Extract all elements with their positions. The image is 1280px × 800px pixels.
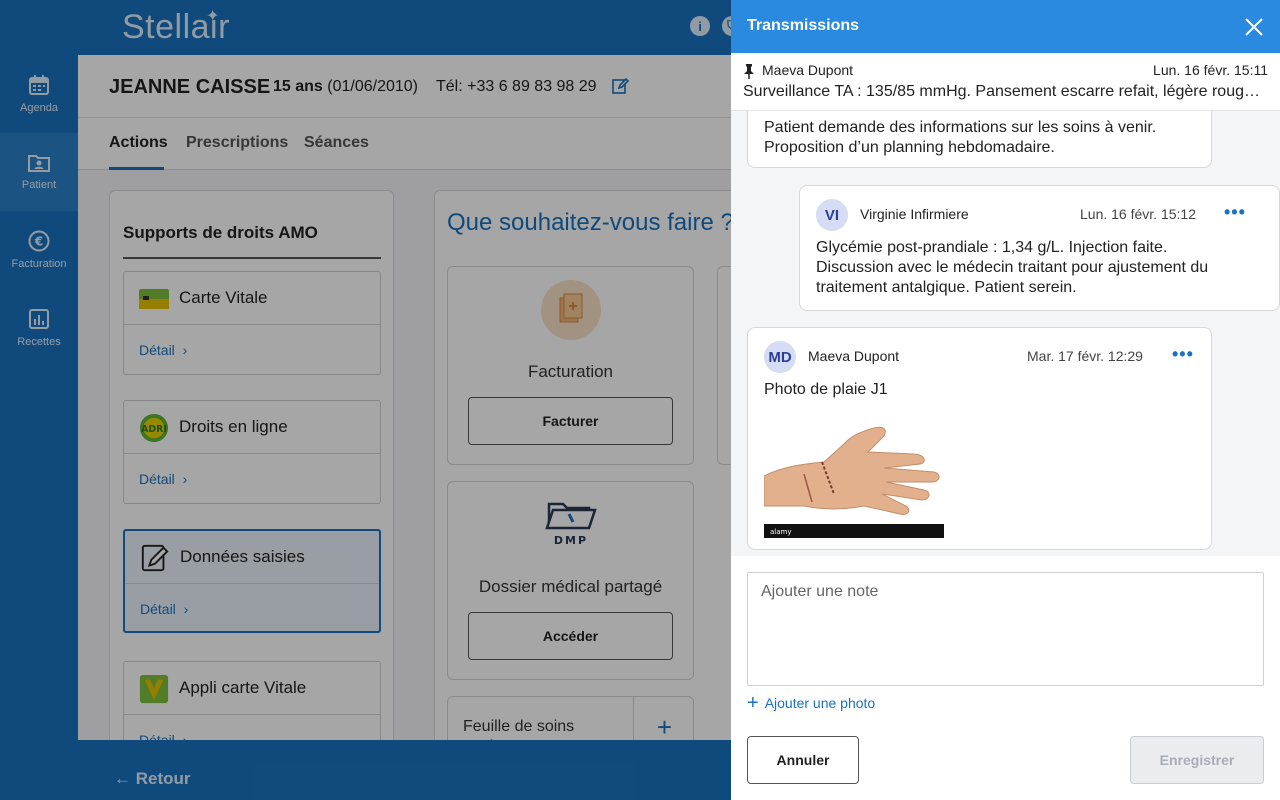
message-date: Mar. 17 févr. 12:29 (1027, 348, 1143, 364)
message-author: Virginie Infirmiere (860, 206, 969, 222)
drawer-title: Transmissions (747, 17, 860, 34)
cancel-button[interactable]: Annuler (747, 736, 859, 784)
avatar: MD (764, 341, 796, 373)
message-bubble: MD Maeva Dupont Mar. 17 févr. 12:29 ••• … (747, 327, 1212, 550)
wound-photo[interactable]: alamy (764, 414, 944, 538)
pinned-transmission[interactable]: Maeva Dupont Lun. 16 févr. 15:11 Surveil… (731, 53, 1280, 111)
pinned-author: Maeva Dupont (762, 62, 854, 78)
more-options-icon[interactable]: ••• (1224, 202, 1246, 223)
message-bubble: Patient demande des informations sur les… (747, 111, 1212, 168)
note-textarea[interactable] (747, 572, 1264, 686)
save-button[interactable]: Enregistrer (1130, 736, 1264, 784)
pin-icon (744, 64, 754, 79)
message-text: Photo de plaie J1 (764, 381, 888, 398)
transmissions-drawer: Transmissions Maeva Dupont Lun. 16 févr.… (731, 0, 1280, 800)
photo-watermark: alamy (770, 528, 792, 536)
message-date: Lun. 16 févr. 15:12 (1080, 206, 1196, 222)
add-photo-link[interactable]: + Ajouter une photo (747, 692, 876, 714)
pinned-date: Lun. 16 févr. 15:11 (1153, 62, 1268, 78)
more-options-icon[interactable]: ••• (1172, 344, 1194, 365)
message-text: Patient demande des informations sur les… (764, 119, 1157, 156)
message-text: Glycémie post-prandiale : 1,34 g/L. Inje… (816, 239, 1209, 296)
plus-icon: + (747, 692, 759, 714)
transmission-thread[interactable]: Patient demande des informations sur les… (731, 111, 1280, 556)
avatar: VI (816, 199, 848, 231)
message-bubble: VI Virginie Infirmiere Lun. 16 févr. 15:… (799, 185, 1280, 311)
drawer-header: Transmissions (731, 0, 1280, 53)
message-author: Maeva Dupont (808, 348, 900, 364)
close-icon[interactable] (1243, 16, 1265, 38)
pinned-text: Surveillance TA : 135/85 mmHg. Pansement… (743, 83, 1268, 100)
add-photo-label: Ajouter une photo (764, 695, 876, 711)
